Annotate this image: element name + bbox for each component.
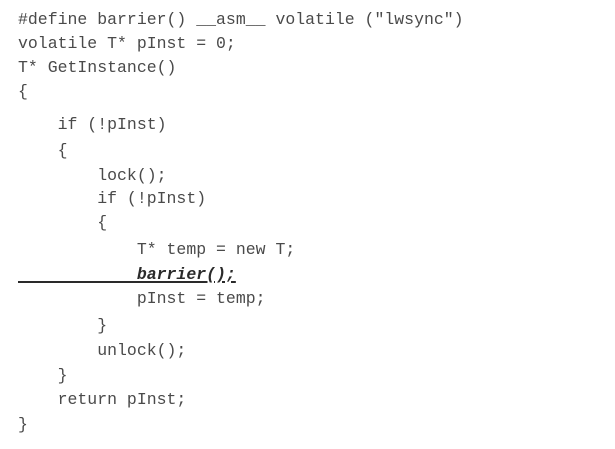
code-line-inner-if-close-brace: } xyxy=(18,316,108,335)
code-line-temp-new: T* temp = new T; xyxy=(18,240,296,259)
code-line-getinstance-signature: T* GetInstance() xyxy=(18,58,177,77)
code-line-inner-if-open-brace: { xyxy=(18,213,108,232)
code-line-outer-if-close-brace: } xyxy=(18,366,68,385)
code-line-return: return pInst; xyxy=(18,390,187,409)
code-line-pinst-assign: pInst = temp; xyxy=(18,289,266,308)
code-line-define: #define barrier() __asm__ volatile ("lws… xyxy=(18,10,464,29)
code-line-barrier-call: barrier(); xyxy=(18,265,236,284)
code-line-unlock-call: unlock(); xyxy=(18,341,187,360)
code-line-pinst-declaration: volatile T* pInst = 0; xyxy=(18,34,236,53)
code-line-close-brace: } xyxy=(18,415,28,434)
code-line-open-brace: { xyxy=(18,82,28,101)
code-line-if-pinst-outer: if (!pInst) xyxy=(18,115,167,134)
code-listing: #define barrier() __asm__ volatile ("lws… xyxy=(0,0,615,449)
code-line-lock-call: lock(); xyxy=(18,166,167,185)
code-line-if-pinst-inner: if (!pInst) xyxy=(18,189,207,208)
code-line-outer-if-open-brace: { xyxy=(18,141,68,160)
